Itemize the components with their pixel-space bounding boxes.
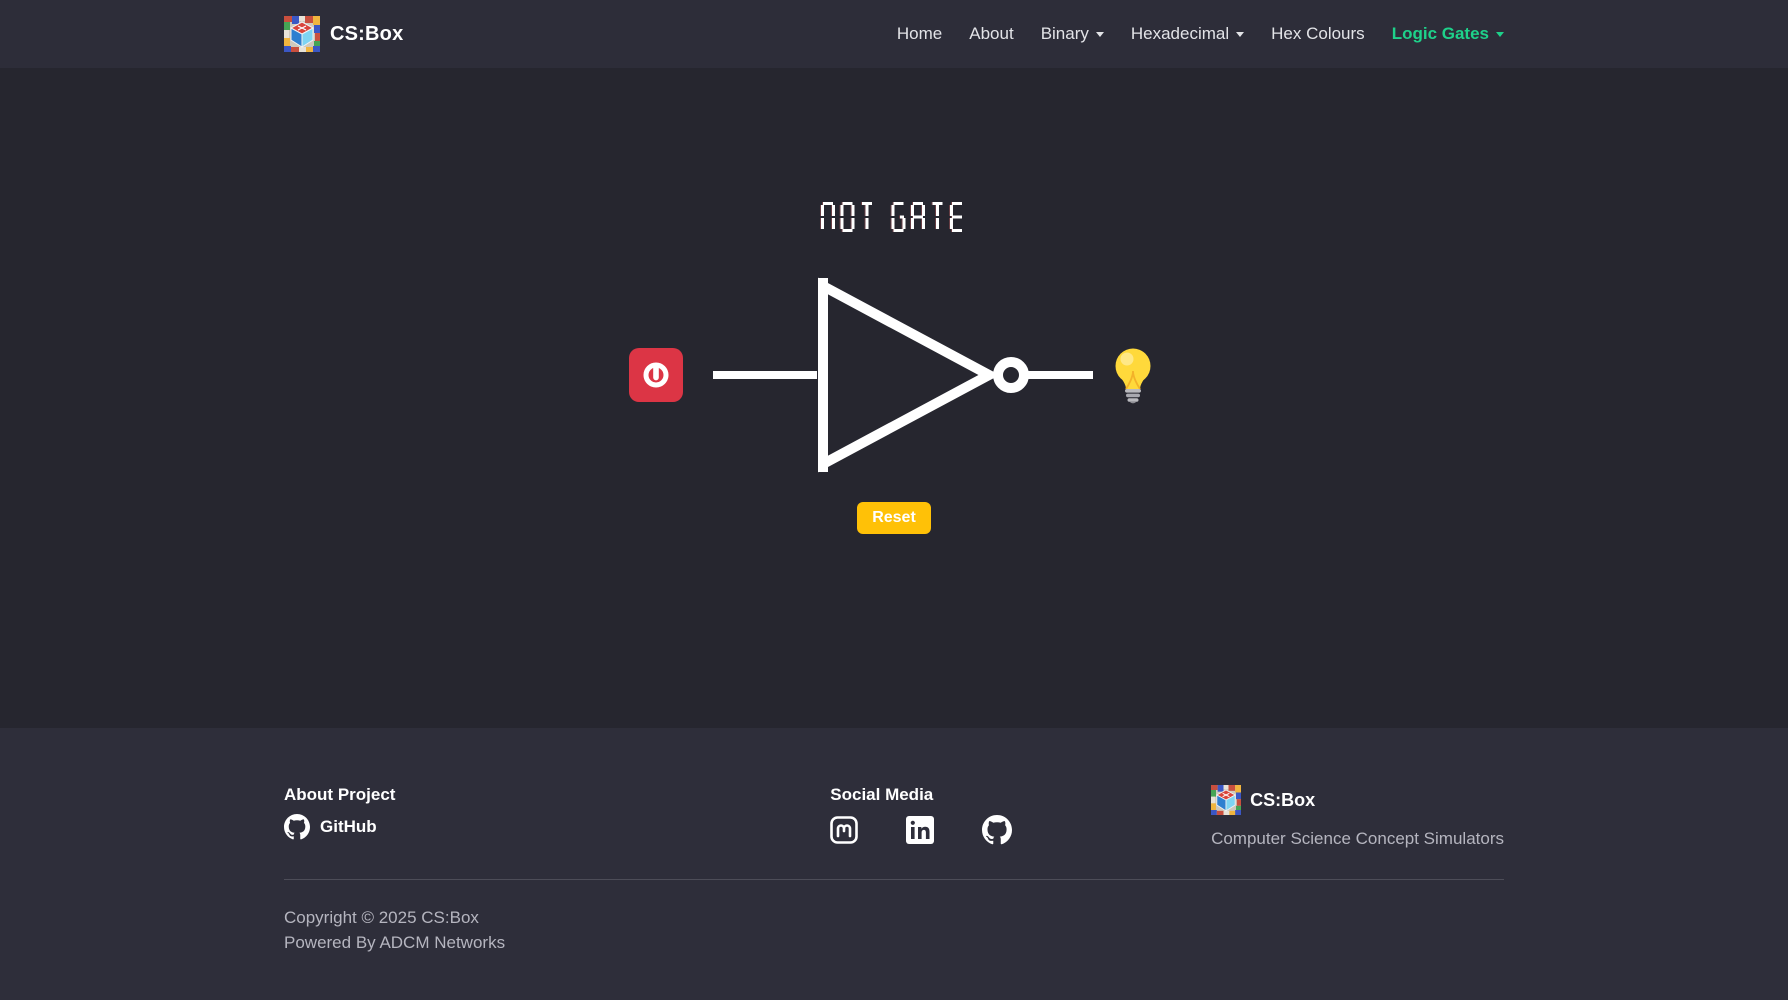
footer: About Project GitHub Social Media (0, 728, 1788, 1000)
copyright-line: Copyright © 2025 CS:Box (284, 906, 1504, 931)
chevron-down-icon (1496, 32, 1504, 37)
footer-about-column: About Project GitHub (284, 785, 395, 840)
footer-brand-name: CS:Box (1250, 790, 1315, 811)
nav-item-hex-colours[interactable]: Hex Colours (1271, 24, 1365, 44)
footer-tagline: Computer Science Concept Simulators (1211, 829, 1504, 849)
github-icon (982, 815, 1012, 845)
chevron-down-icon (1236, 32, 1244, 37)
csbox-logo-icon (1211, 785, 1241, 815)
nav-item-hexadecimal[interactable]: Hexadecimal (1131, 24, 1244, 44)
mastodon-icon (830, 816, 858, 844)
brand-name: CS:Box (330, 23, 403, 46)
nav-item-home[interactable]: Home (897, 24, 942, 44)
footer-brand-column: CS:Box Computer Science Concept Simulato… (1211, 785, 1504, 849)
chevron-down-icon (1096, 32, 1104, 37)
about-project-heading: About Project (284, 785, 395, 805)
footer-social-column: Social Media (830, 785, 1012, 845)
reset-row: Reset (857, 502, 931, 534)
not-gate-symbol (713, 270, 1093, 480)
powered-by-line: Powered By ADCM Networks (284, 931, 1504, 956)
nav-item-about[interactable]: About (969, 24, 1013, 44)
main-nav: Home About Binary Hexadecimal Hex Colour… (897, 24, 1504, 44)
not-gate-diagram (629, 270, 1159, 480)
power-off-icon (641, 360, 671, 390)
copyright-block: Copyright © 2025 CS:Box Powered By ADCM … (284, 906, 1504, 955)
input-toggle-button[interactable] (629, 348, 683, 402)
csbox-logo-icon (284, 16, 320, 52)
brand-link[interactable]: CS:Box (284, 16, 403, 52)
github-social-link[interactable] (982, 815, 1012, 845)
linkedin-icon (906, 816, 934, 844)
mastodon-link[interactable] (830, 816, 858, 844)
linkedin-link[interactable] (906, 816, 934, 844)
simulator-area: Reset (0, 68, 1788, 728)
gate-title (820, 201, 969, 233)
nav-item-binary[interactable]: Binary (1041, 24, 1104, 44)
github-icon (284, 814, 310, 840)
lightbulb-on-icon (1107, 345, 1159, 405)
navbar: CS:Box Home About Binary Hexadecimal Hex… (0, 0, 1788, 68)
footer-divider (284, 879, 1504, 880)
github-project-link[interactable]: GitHub (284, 814, 395, 840)
reset-button[interactable]: Reset (857, 502, 931, 534)
nav-item-logic-gates[interactable]: Logic Gates (1392, 24, 1504, 44)
social-media-heading: Social Media (830, 785, 1012, 805)
